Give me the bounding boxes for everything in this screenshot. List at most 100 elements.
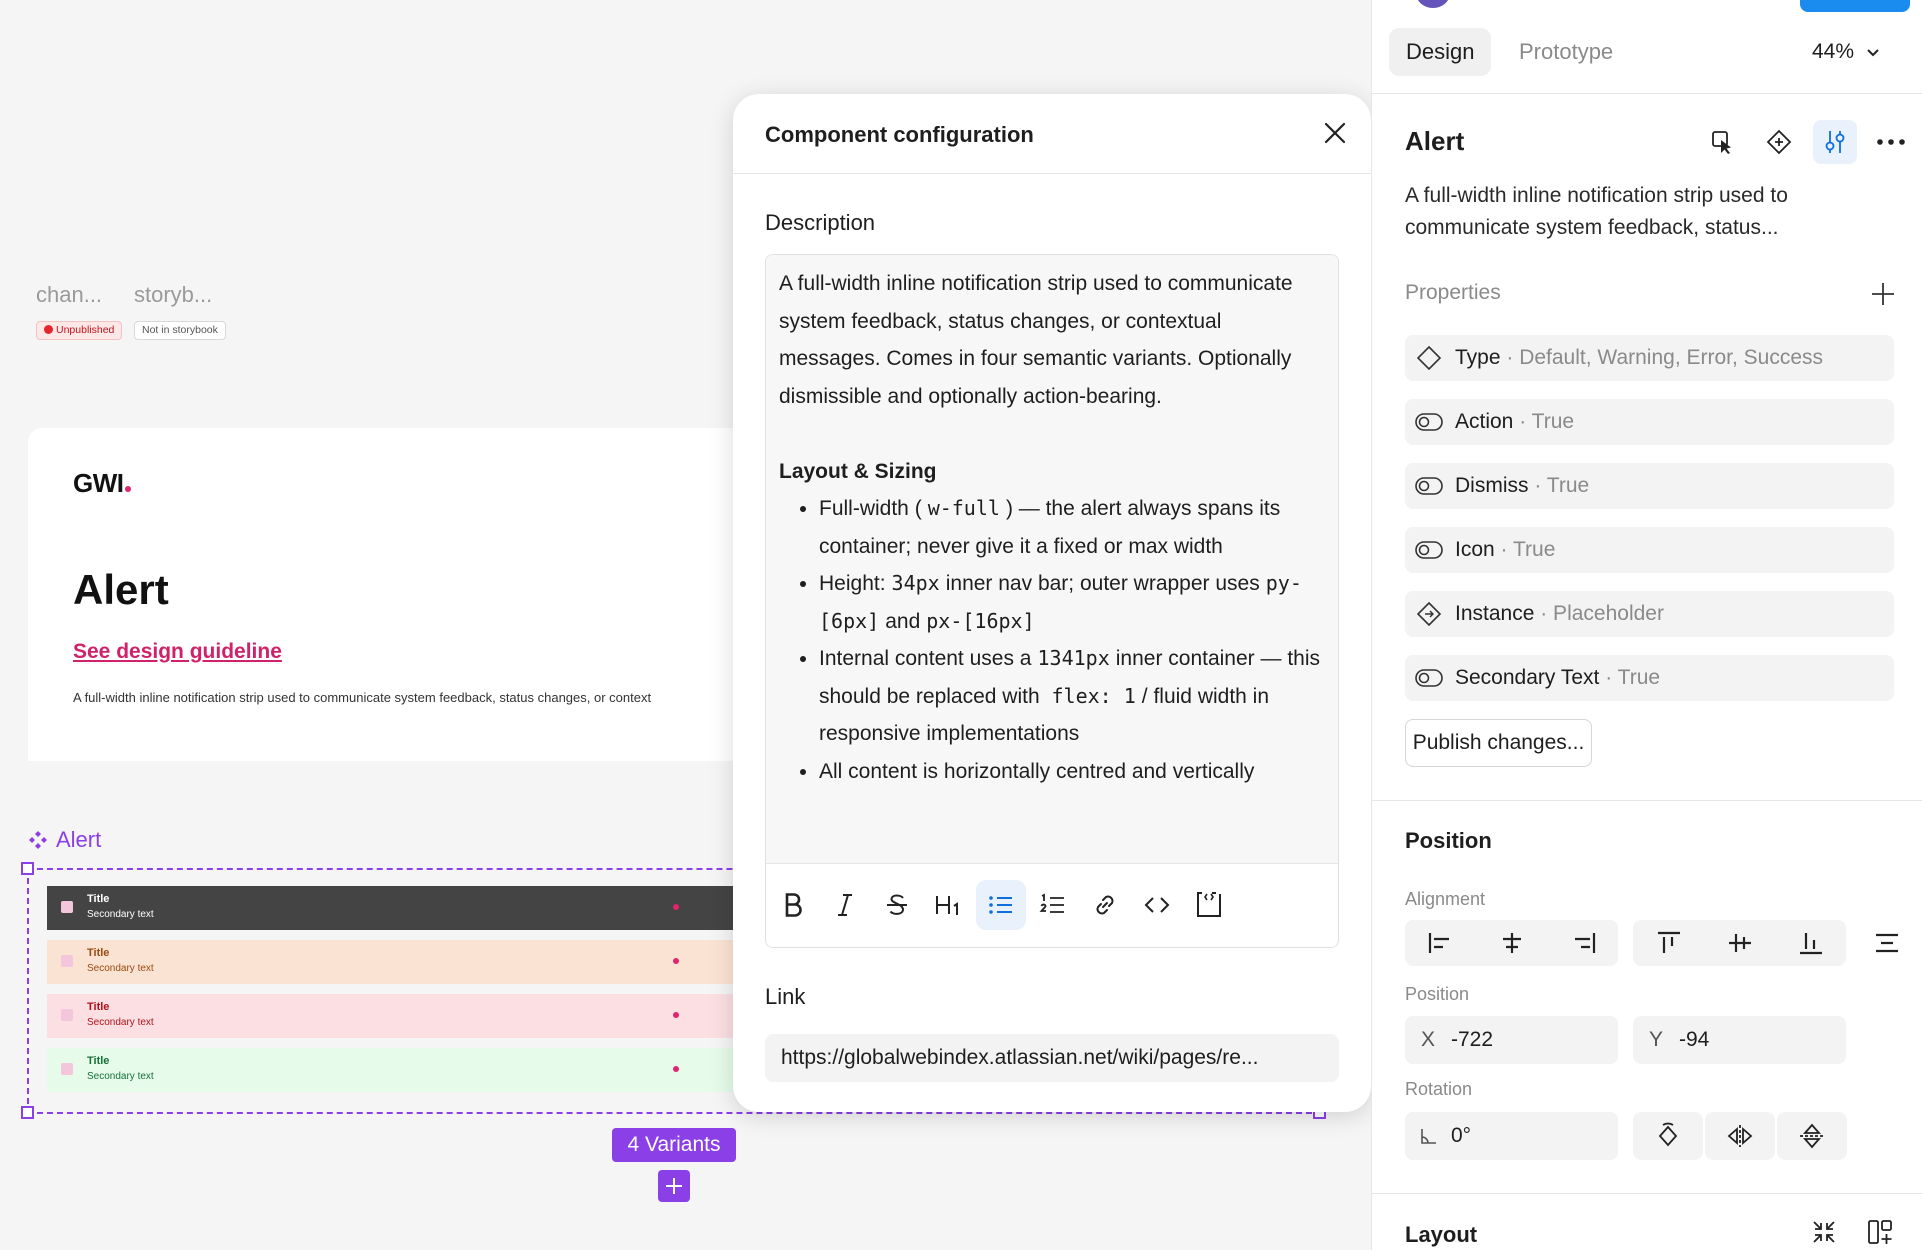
alert-dismiss-dot xyxy=(673,958,679,964)
add-auto-layout-button[interactable] xyxy=(1858,1210,1902,1250)
align-vertical-center-button[interactable] xyxy=(1704,920,1775,966)
rotation-field[interactable]: 0° xyxy=(1405,1112,1618,1160)
bold-button[interactable] xyxy=(768,880,818,930)
divider xyxy=(1372,93,1922,94)
unpublished-badge: Unpublished xyxy=(36,321,123,340)
description-editor[interactable]: A full-width inline notification strip u… xyxy=(765,254,1339,948)
list-item: All content is horizontally centred and … xyxy=(819,753,1325,791)
italic-button[interactable] xyxy=(820,880,870,930)
alert-title: Title xyxy=(87,893,110,905)
collapse-layout-button[interactable] xyxy=(1802,1210,1846,1250)
list-item: Full-width (w-full) — the alert always s… xyxy=(819,490,1325,565)
property-value: · True xyxy=(1605,666,1661,689)
frame-label-storybook[interactable]: storyb... xyxy=(134,282,212,308)
publish-changes-button[interactable]: Publish changes... xyxy=(1405,719,1592,767)
alert-secondary-text: Secondary text xyxy=(87,1017,154,1028)
align-right-button[interactable] xyxy=(1547,920,1618,966)
numbered-list-button[interactable] xyxy=(1028,880,1078,930)
description-label: Description xyxy=(765,210,876,235)
resize-handle-top-left[interactable] xyxy=(21,862,34,875)
design-guideline-link[interactable]: See design guideline xyxy=(73,640,282,664)
property-name: Type xyxy=(1455,346,1501,369)
alert-secondary-text: Secondary text xyxy=(87,963,154,974)
y-position-field[interactable]: Y -94 xyxy=(1633,1016,1846,1064)
tab-prototype[interactable]: Prototype xyxy=(1502,28,1630,76)
avatar[interactable] xyxy=(1416,0,1450,8)
formatting-toolbar xyxy=(766,863,1338,947)
strikethrough-button[interactable] xyxy=(872,880,922,930)
share-button[interactable] xyxy=(1800,0,1910,12)
list-item: Internal content uses a1341pxinner conta… xyxy=(819,640,1325,753)
select-instances-icon xyxy=(1712,131,1731,154)
go-to-main-component-button[interactable] xyxy=(1757,120,1801,164)
numbered-list-icon xyxy=(1039,893,1064,913)
modal-title: Component configuration xyxy=(765,122,1034,147)
add-variant-button[interactable] xyxy=(658,1170,690,1202)
link-button[interactable] xyxy=(1080,880,1130,930)
alert-dismiss-dot xyxy=(673,1066,679,1072)
property-row-dismiss[interactable]: Dismiss · True xyxy=(1405,463,1894,509)
property-row-secondary-text[interactable]: Secondary Text · True xyxy=(1405,655,1894,701)
code-button[interactable] xyxy=(1132,880,1182,930)
align-right-icon xyxy=(1574,933,1595,953)
link-icon xyxy=(1096,895,1114,915)
add-property-button[interactable] xyxy=(1869,280,1897,308)
close-button[interactable] xyxy=(1316,114,1354,152)
align-horizontal-center-button[interactable] xyxy=(1476,920,1547,966)
heading-button[interactable] xyxy=(924,880,974,930)
rotation-value: 0° xyxy=(1451,1124,1472,1147)
rotate-90-button[interactable] xyxy=(1633,1112,1703,1160)
bold-icon xyxy=(785,893,802,917)
align-bottom-button[interactable] xyxy=(1775,920,1846,966)
component-configuration-button[interactable] xyxy=(1813,120,1857,164)
gwi-logo: GWI xyxy=(73,468,131,499)
boolean-icon xyxy=(1415,413,1443,431)
bullet-list-button[interactable] xyxy=(976,880,1026,930)
y-label: Y xyxy=(1649,1028,1664,1051)
x-position-field[interactable]: X -722 xyxy=(1405,1016,1618,1064)
align-left-icon xyxy=(1428,933,1449,953)
distribute-button[interactable] xyxy=(1865,921,1909,965)
frame-label-changelog[interactable]: chan... xyxy=(36,282,102,308)
property-value: · Placeholder xyxy=(1540,602,1664,625)
property-row-action[interactable]: Action · True xyxy=(1405,399,1894,445)
layout-sizing-heading: Layout & Sizing xyxy=(779,459,937,483)
component-icon xyxy=(1766,129,1792,155)
flip-horizontal-icon xyxy=(1727,1125,1753,1147)
component-set-icon xyxy=(29,831,47,849)
variant-icon xyxy=(1416,346,1442,370)
divider xyxy=(1372,1193,1922,1194)
y-value: -94 xyxy=(1679,1028,1710,1051)
plus-icon xyxy=(1872,283,1894,305)
align-left-button[interactable] xyxy=(1405,920,1476,966)
zoom-dropdown[interactable]: 44% xyxy=(1812,28,1880,76)
code-block-button[interactable] xyxy=(1184,880,1234,930)
description-textarea[interactable]: A full-width inline notification strip u… xyxy=(766,255,1338,863)
property-row-instance[interactable]: Instance · Placeholder xyxy=(1405,591,1894,637)
component-set-name: Alert xyxy=(56,827,102,852)
bullet-list-icon xyxy=(989,896,1012,914)
flip-horizontal-button[interactable] xyxy=(1705,1112,1775,1160)
top-strip xyxy=(1372,0,1922,12)
link-label: Link xyxy=(765,984,806,1009)
variants-count-badge[interactable]: 4 Variants xyxy=(612,1128,736,1162)
unpublished-badge-label: Unpublished xyxy=(56,324,115,336)
zoom-value: 44% xyxy=(1812,40,1855,63)
resize-handle-bottom-left[interactable] xyxy=(21,1106,34,1119)
auto-layout-icon xyxy=(1868,1220,1892,1244)
property-value: · True xyxy=(1534,474,1590,497)
panel-tabs: Design Prototype 44% xyxy=(1372,28,1922,76)
flip-vertical-button[interactable] xyxy=(1777,1112,1847,1160)
property-row-icon[interactable]: Icon · True xyxy=(1405,527,1894,573)
select-instances-button[interactable] xyxy=(1701,120,1745,164)
alignment-label: Alignment xyxy=(1405,889,1486,909)
more-options-button[interactable] xyxy=(1869,120,1913,164)
align-top-button[interactable] xyxy=(1633,920,1704,966)
property-name: Instance xyxy=(1455,602,1535,625)
tab-design[interactable]: Design xyxy=(1389,28,1492,76)
component-set-label[interactable]: Alert xyxy=(28,827,101,853)
close-icon xyxy=(1324,122,1346,144)
documentation-card[interactable]: GWI Alert See design guideline A full-wi… xyxy=(28,428,788,761)
property-row-type[interactable]: Type · Default, Warning, Error, Success xyxy=(1405,335,1894,381)
link-input[interactable]: https://globalwebindex.atlassian.net/wik… xyxy=(765,1034,1339,1082)
